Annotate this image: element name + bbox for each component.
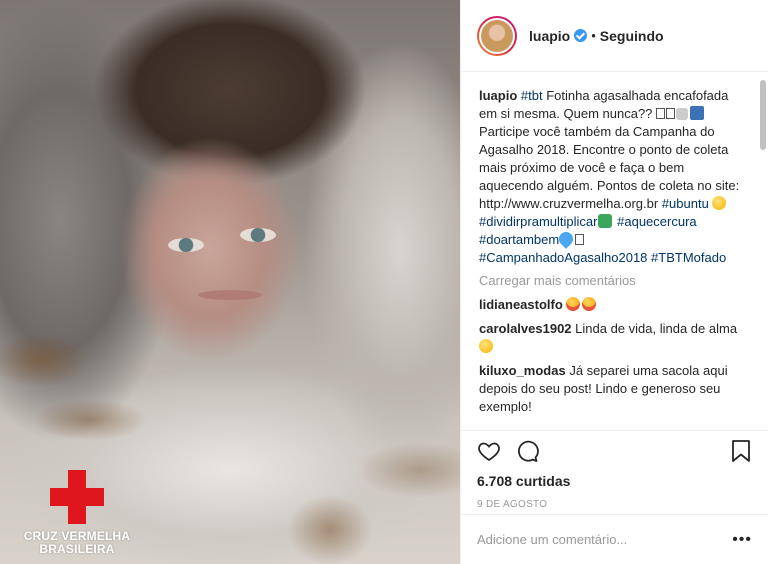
likes-count[interactable]: 6.708 curtidas: [477, 473, 752, 489]
comment-username[interactable]: carolalves1902: [479, 321, 572, 336]
hashtag-link[interactable]: #dividirpramultiplicar: [479, 214, 598, 229]
comment-item: lidianeastolfo: [479, 296, 750, 314]
post-caption: luapio #tbt Fotinha agasalhada encafofad…: [479, 87, 750, 267]
heart-eyes-emoji-icon: [582, 297, 597, 311]
heart-eyes-emoji-icon: [566, 297, 581, 311]
heart-icon[interactable]: [477, 439, 501, 463]
verified-badge-icon: [574, 29, 588, 42]
bookmark-icon[interactable]: [730, 439, 752, 463]
add-comment-bar: •••: [461, 514, 768, 564]
comment-item: carolalves1902 Linda de vida, linda de a…: [479, 320, 750, 356]
hashtag-link[interactable]: #doartambem: [479, 232, 559, 247]
comment-username[interactable]: kiluxo_modas: [479, 363, 566, 378]
header-username[interactable]: luapio: [529, 28, 570, 44]
emoji-icon: [690, 106, 705, 120]
photo-mouth: [198, 290, 262, 300]
hashtag-link[interactable]: #aquecercura: [617, 214, 697, 229]
photo-eye-left: [168, 238, 204, 252]
sunglasses-emoji-icon: [712, 196, 727, 210]
photo-eye-right: [240, 228, 276, 242]
post-sidebar: luapio • Seguindo luapio #tbt Fotinha ag…: [460, 0, 768, 564]
post-photo[interactable]: CRUZ VERMELHA BRASILEIRA: [0, 0, 460, 564]
comment-item: kiluxo_modas Já separei uma sacola aqui …: [479, 362, 750, 416]
action-icons-row: [477, 431, 752, 471]
avatar[interactable]: [477, 15, 517, 56]
emoji-icon: [676, 108, 689, 120]
blue-heart-emoji-icon: [556, 229, 577, 249]
comment-username[interactable]: lidianeastolfo: [479, 297, 563, 312]
comments-scrollbar[interactable]: [760, 80, 766, 150]
hashtag-link[interactable]: #CampanhadoAgasalho2018: [479, 250, 647, 265]
hashtag-link[interactable]: #tbt: [521, 88, 543, 103]
emoji-icon: [575, 234, 585, 245]
red-cross-logo-text: CRUZ VERMELHA BRASILEIRA: [23, 529, 131, 556]
emoji-icon: [666, 108, 676, 119]
comment-icon[interactable]: [515, 439, 539, 463]
recycle-emoji-icon: [597, 214, 612, 228]
post-header: luapio • Seguindo: [461, 0, 768, 72]
red-cross-icon: [50, 470, 104, 524]
following-button[interactable]: Seguindo: [600, 28, 664, 44]
caption-username[interactable]: luapio: [479, 88, 517, 103]
load-more-comments-link[interactable]: Carregar mais comentários: [479, 273, 750, 288]
header-separator: •: [591, 28, 596, 43]
comments-panel[interactable]: luapio #tbt Fotinha agasalhada encafofad…: [461, 73, 768, 428]
post-actions: 6.708 curtidas 9 DE AGOSTO: [461, 430, 768, 510]
hashtag-link[interactable]: #ubuntu: [662, 196, 709, 211]
add-comment-input[interactable]: [477, 532, 733, 547]
instagram-post: CRUZ VERMELHA BRASILEIRA luapio • Seguin…: [0, 0, 768, 564]
comment-text: Linda de vida, linda de alma: [575, 321, 738, 336]
smiling-emoji-icon: [479, 339, 493, 353]
post-date[interactable]: 9 DE AGOSTO: [477, 499, 752, 510]
emoji-icon: [656, 108, 666, 119]
hashtag-link[interactable]: #TBTMofado: [651, 250, 726, 265]
red-cross-logo: CRUZ VERMELHA BRASILEIRA: [22, 470, 132, 556]
more-icon[interactable]: •••: [732, 531, 752, 549]
